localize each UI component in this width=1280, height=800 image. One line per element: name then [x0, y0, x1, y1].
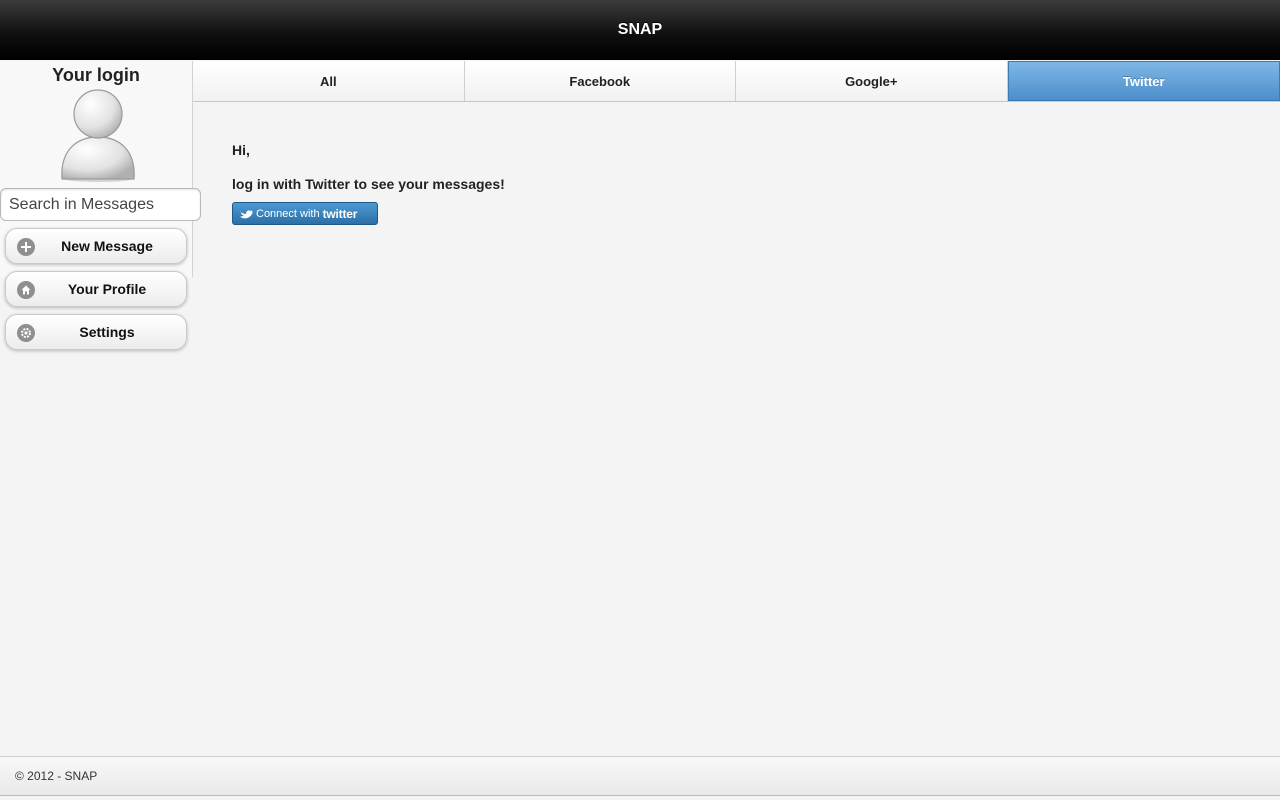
settings-button[interactable]: Settings	[5, 314, 187, 350]
home-icon	[17, 281, 35, 299]
footer: © 2012 - SNAP	[0, 756, 1280, 796]
network-tabs: All Facebook Google+ Twitter	[193, 61, 1280, 102]
search-input[interactable]	[0, 188, 201, 221]
app-title: SNAP	[617, 20, 663, 38]
new-message-button[interactable]: New Message	[5, 228, 187, 264]
tab-facebook[interactable]: Facebook	[464, 61, 736, 101]
login-title: Your login	[52, 65, 140, 85]
twitter-wordmark: twitter	[322, 206, 358, 221]
tab-all[interactable]: All	[193, 61, 465, 101]
connect-button-prefix: Connect with	[256, 207, 320, 220]
settings-label: Settings	[79, 324, 135, 340]
tab-twitter[interactable]: Twitter	[1007, 61, 1280, 101]
your-profile-button[interactable]: Your Profile	[5, 271, 187, 307]
login-prompt-text: log in with Twitter to see your messages…	[232, 176, 505, 192]
your-profile-label: Your Profile	[67, 281, 147, 297]
main-content: Hi, log in with Twitter to see your mess…	[232, 142, 505, 225]
connect-with-twitter-button[interactable]: Connect with twitter	[232, 202, 378, 225]
avatar	[61, 89, 135, 182]
app-header: SNAP	[0, 0, 1280, 60]
twitter-bird-icon	[239, 209, 253, 218]
gear-icon	[17, 324, 35, 342]
copyright-text: © 2012 - SNAP	[15, 769, 98, 783]
plus-icon	[17, 238, 35, 256]
greeting-text: Hi,	[232, 142, 250, 158]
new-message-label: New Message	[61, 238, 153, 254]
tab-google-plus[interactable]: Google+	[736, 61, 1008, 101]
